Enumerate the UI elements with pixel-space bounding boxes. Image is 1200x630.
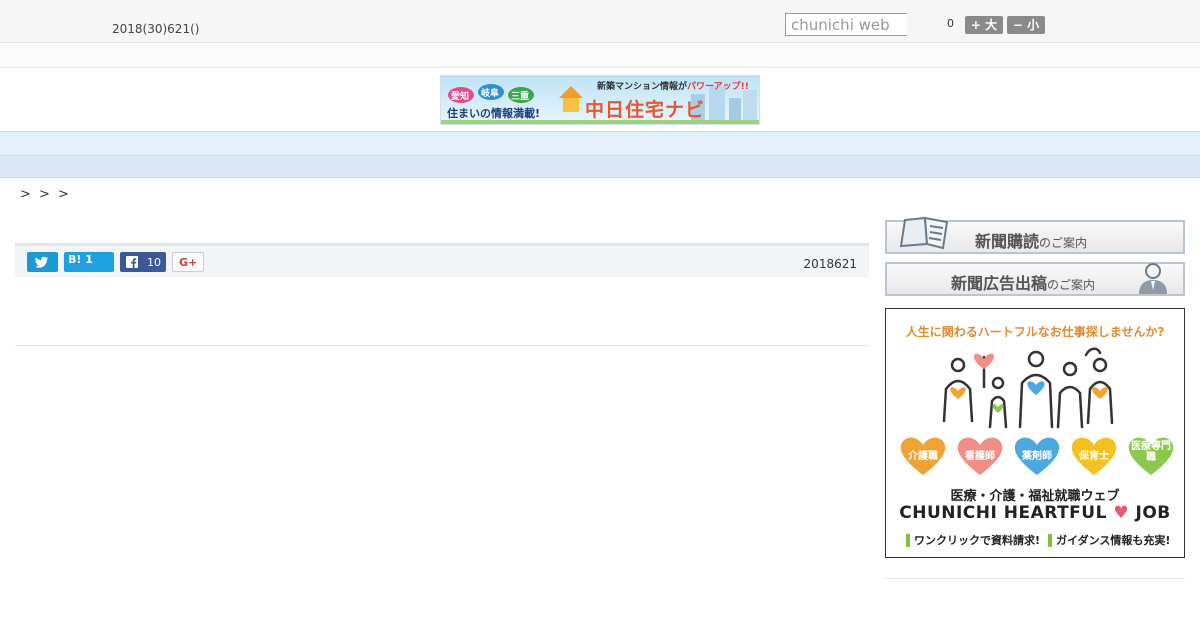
job-label-kango: 看護師 [965,451,995,462]
hatena-bookmark-button[interactable]: B! 1 [64,252,114,272]
heartful-foot-1: ワンクリックで資料請求! [906,534,1041,547]
family-illustration [942,347,1114,429]
facebook-share-button[interactable]: 10 [120,252,166,272]
heart-icon: ♥ [1106,503,1136,523]
subscription-info-button[interactable]: 新聞購読のご案内 [885,216,1185,254]
sidebar-divider [885,578,1185,579]
banner-pref-mie: 三重 [511,92,530,102]
facebook-icon [126,256,138,268]
job-label-yakuzai: 薬剤師 [1022,451,1052,462]
advertising-sub: のご案内 [1047,278,1096,292]
banner-brand: 中日住宅ナビ [585,99,706,121]
advertising-main: 新聞広告出稿 [951,274,1048,293]
content-divider [15,345,869,346]
search-input[interactable] [785,13,907,36]
banner-headline-prefix: 新築マンション情報が [597,82,688,92]
banner-tagline: 住まいの情報満載! [447,107,541,120]
font-small-button[interactable]: − 小 [1007,16,1045,34]
font-large-button[interactable]: + 大 [965,16,1003,34]
advertising-label: 新聞広告出稿のご案内 [951,270,1095,294]
heartful-brand-1: CHUNICHI HEARTFUL [899,503,1107,523]
article-date: 2018621 [803,257,857,271]
heartful-job-ad[interactable]: 人生に関わるハートフルなお仕事探しませんか? 介護職 看護師 薬剤師 保育士 医… [885,308,1185,558]
top-bar: 2018(30)621() 0 + 大 − 小 [0,0,1200,43]
facebook-count: 10 [147,256,161,269]
twitter-share-button[interactable] [27,252,58,272]
job-label-kaigo: 介護職 [908,451,938,462]
job-label-iryo: 医療専門職 [1131,441,1171,463]
heartful-brand-2: JOB [1135,503,1171,523]
newspaper-icon [899,216,949,250]
jutaku-navi-banner[interactable]: 愛知 岐阜 三重 住まいの情報満載! 新築マンション情報がパワーアップ!! 中日… [440,75,760,125]
banner-headline: 新築マンション情報がパワーアップ!! [597,79,749,92]
today-date: 2018(30)621() [112,22,200,36]
hatena-label: B! 1 [68,253,93,266]
subscription-main: 新聞購読 [975,232,1040,251]
breadcrumb[interactable]: > > > [20,187,71,202]
banner-headline-emphasis: パワーアップ!! [687,82,749,92]
global-nav [0,131,1200,156]
heartful-footer: ワンクリックで資料請求! ガイダンス情報も充実! [906,532,1178,548]
share-bar: B! 1 10 G+ 2018621 [15,243,869,277]
gplus-share-button[interactable]: G+ [172,252,204,272]
heartful-brand: CHUNICHI HEARTFUL ♥ JOB [886,503,1184,523]
banner-pref-aichi: 愛知 [451,92,470,102]
subscription-sub: のご案内 [1039,236,1088,250]
heartful-foot-2: ガイダンス情報も充実! [1048,534,1171,547]
counter: 0 [947,17,954,30]
advertising-info-button[interactable]: 新聞広告出稿のご案内 [885,262,1185,296]
header-strip [0,44,1200,68]
person-icon [1139,263,1167,294]
twitter-icon [35,256,48,268]
subscription-label: 新聞購読のご案内 [975,228,1087,252]
sub-nav [0,156,1200,178]
heartful-subtitle: 医療・介護・福祉就職ウェブ [950,489,1120,504]
job-label-hoiku: 保育士 [1079,451,1109,462]
gplus-label: G+ [179,256,198,269]
banner-pref-gifu: 岐阜 [481,89,500,99]
heartful-headline: 人生に関わるハートフルなお仕事探しませんか? [905,325,1165,339]
